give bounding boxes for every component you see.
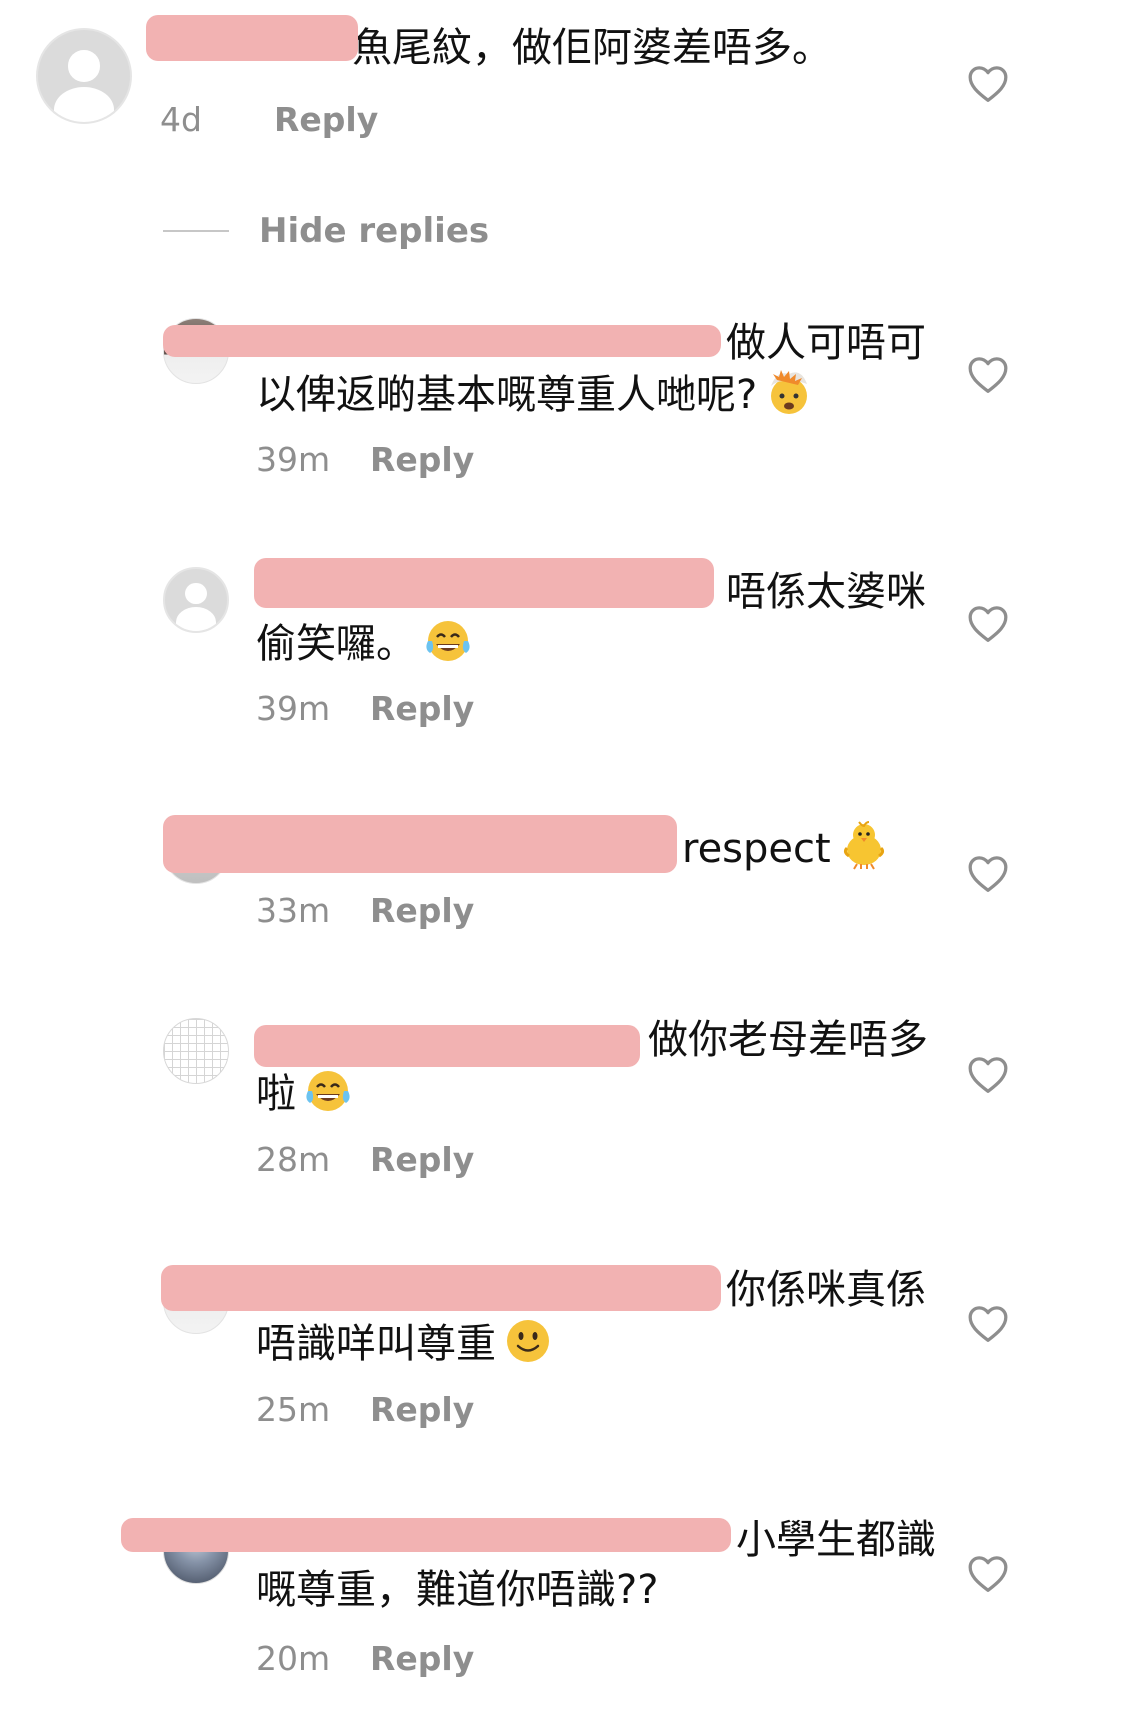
reply-button[interactable]: Reply [274,100,378,139]
exploding-head-emoji [763,366,815,428]
comment-time: 25m [256,1389,331,1429]
reply-button[interactable]: Reply [370,891,474,930]
baby-chick-emoji [837,818,891,882]
tears-of-joy-emoji [422,615,474,677]
comment-time: 4d [160,99,202,139]
heart-outline-icon[interactable] [966,853,1010,893]
default-avatar-icon[interactable] [36,28,132,124]
comment-text-line-1: respect [682,826,831,872]
heart-outline-icon[interactable] [966,1553,1010,1593]
comment-time: 39m [256,439,331,479]
comments-screen: { "comments": [ { "kind": "parent", "tex… [0,0,1125,1719]
tears-of-joy-emoji [302,1065,354,1127]
hide-replies-label: Hide replies [259,211,490,251]
heart-outline-icon[interactable] [966,354,1010,394]
comment-text: 以俾返啲基本嘅尊重人哋呢? [256,372,758,418]
comment-time: 20m [256,1638,331,1678]
comment-time: 33m [256,890,331,930]
heart-outline-icon[interactable] [966,1303,1010,1343]
comment-text: respect [682,818,891,882]
comment-meta: 4d Reply [160,97,378,141]
comment-text-line-1: 小學生都識 [736,1517,936,1563]
redacted-username [254,1025,640,1067]
comment-text: 偷笑囉。 [256,621,416,667]
comment-text-line-2: 以俾返啲基本嘅尊重人哋呢? [256,366,815,428]
heart-outline-icon[interactable] [966,603,1010,643]
reply-button[interactable]: Reply [370,1140,474,1179]
comment-time: 39m [256,688,331,728]
hide-replies-divider [163,230,229,232]
redacted-username [121,1518,731,1552]
comment-text: 啦 [256,1071,296,1117]
comment-meta: 25m Reply [256,1387,474,1431]
reply-button[interactable]: Reply [370,1390,474,1429]
comment-time: 28m [256,1139,331,1179]
comment-text-line-1: 唔係太婆咪 [726,569,926,615]
slightly-smiling-face-emoji [502,1315,554,1377]
redacted-username [163,325,721,357]
redacted-username [254,558,714,608]
reply-button[interactable]: Reply [370,440,474,479]
comment-text-line-2: 啦 [256,1065,354,1127]
avatar[interactable] [163,1018,229,1084]
hide-replies-button[interactable]: Hide replies [163,206,489,256]
redacted-username [146,15,358,61]
comment-text: 魚尾紋，做佢阿婆差唔多。 [352,25,832,71]
comment-meta: 28m Reply [256,1137,474,1181]
comment-text-line-1: 做你老母差唔多 [648,1017,928,1063]
comment-meta: 39m Reply [256,437,474,481]
heart-outline-icon[interactable] [966,63,1010,103]
redacted-username [163,815,677,873]
comment-text-line-2: 嘅尊重，難道你唔識?? [256,1567,659,1613]
default-avatar-icon[interactable] [163,567,229,633]
comment-text-line-1: 做人可唔可 [726,320,926,366]
comment-meta: 33m Reply [256,888,474,932]
reply-button[interactable]: Reply [370,1639,474,1678]
comment-text-line-2: 唔識咩叫尊重 [256,1315,554,1377]
comment-text-line-1: 你係咪真係 [726,1267,926,1313]
reply-button[interactable]: Reply [370,689,474,728]
redacted-username [161,1265,721,1311]
comment-meta: 39m Reply [256,686,474,730]
comment-meta: 20m Reply [256,1636,474,1680]
heart-outline-icon[interactable] [966,1054,1010,1094]
comment-text: 唔識咩叫尊重 [256,1321,496,1367]
comment-text-line-2: 偷笑囉。 [256,615,474,677]
